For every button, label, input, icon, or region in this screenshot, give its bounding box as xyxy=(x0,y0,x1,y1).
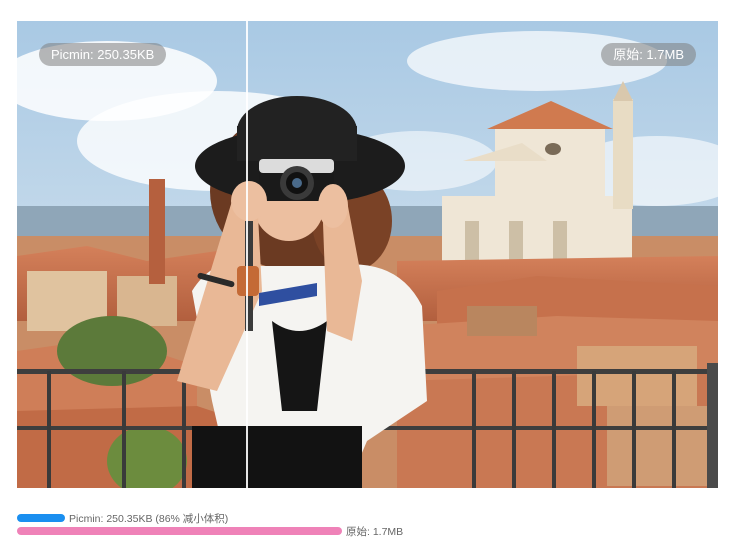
image-compare-viewer[interactable]: Picmin: 250.35KB 原始: 1.7MB xyxy=(17,21,718,488)
original-size-text: 原始: 1.7MB xyxy=(346,525,404,538)
compare-divider-handle[interactable] xyxy=(246,21,248,488)
original-size-bar xyxy=(17,527,342,535)
compressed-size-label: Picmin: 250.35KB xyxy=(39,43,167,66)
compressed-size-bar xyxy=(17,514,65,522)
comparison-photo xyxy=(17,21,718,488)
original-size-label: 原始: 1.7MB xyxy=(601,43,696,66)
